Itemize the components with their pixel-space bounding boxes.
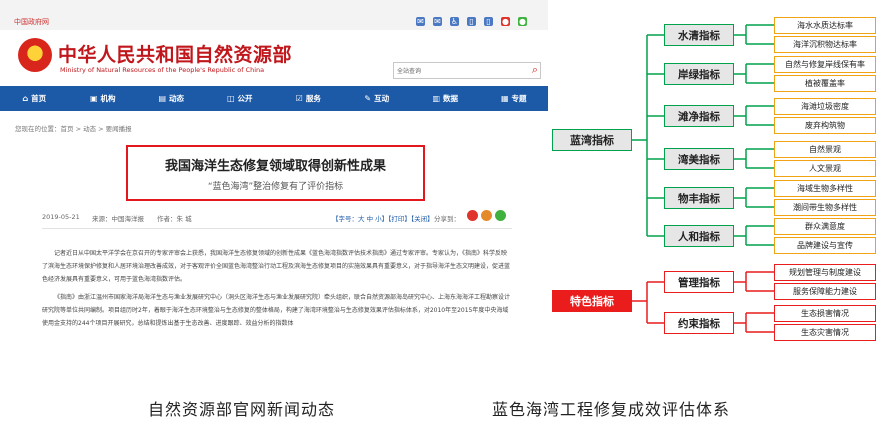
nav-item[interactable]: ☑ 服务 <box>274 86 343 111</box>
app-icon[interactable]: ▯ <box>467 17 476 26</box>
mindmap-category: 滩净指标 <box>664 105 734 127</box>
top-icon-bar: ✉ ✉ ♿ ▯ ▯ ● ● <box>416 17 527 26</box>
main-nav: ⌂ 首页 ▣ 机构 ▤ 动态 ◫ 公开 ☑ 服务 ✎ 互动 ▥ 数据 ▦ 专题 <box>0 86 548 111</box>
caption-left: 自然资源部官网新闻动态 <box>148 400 336 419</box>
font-size-print-close-links[interactable]: 【字号：大 中 小】【打印】【关闭】 <box>332 213 434 223</box>
nav-item-label: 动态 <box>169 94 185 103</box>
mindmap-root: 蓝湾指标 <box>552 129 632 151</box>
nav-item[interactable]: ⌂ 首页 <box>0 86 69 111</box>
divider <box>42 228 512 229</box>
mindmap-category: 岸绿指标 <box>664 63 734 85</box>
nav-item[interactable]: ▦ 专题 <box>480 86 549 111</box>
mindmap-root: 特色指标 <box>552 290 632 312</box>
mindmap-indicator: 海洋沉积物达标率 <box>774 35 876 53</box>
org-icon: ▣ <box>89 94 98 103</box>
search-scope-select[interactable]: 全站查询 <box>397 66 421 75</box>
mindmap-indicator: 海滩垃圾密度 <box>774 97 876 115</box>
article-source: 来源：中国海洋报 <box>92 215 144 223</box>
mail-icon[interactable]: ✉ <box>433 17 442 26</box>
topic-icon: ▦ <box>500 94 509 103</box>
ministry-name-en: Ministry of Natural Resources of the Peo… <box>60 66 265 74</box>
mindmap-category: 管理指标 <box>664 271 734 293</box>
mindmap-indicator: 海水水质达标率 <box>774 16 876 34</box>
nav-item[interactable]: ✎ 互动 <box>343 86 412 111</box>
interact-icon: ✎ <box>364 94 372 103</box>
open-icon: ◫ <box>226 94 235 103</box>
nav-item[interactable]: ▥ 数据 <box>411 86 480 111</box>
weibo-icon[interactable]: ● <box>501 17 510 26</box>
nav-item-label: 服务 <box>305 94 321 103</box>
article-title-highlight: 我国海洋生态修复领域取得创新性成果 “蓝色海湾”整治修复有了评价指标 <box>126 145 425 201</box>
mindmap-indicator: 自然与修复岸线保有率 <box>774 55 876 73</box>
article-title: 我国海洋生态修复领域取得创新性成果 <box>164 159 386 174</box>
article-author: 作者：朱 城 <box>157 215 192 223</box>
mail-icon[interactable]: ✉ <box>416 17 425 26</box>
search-input[interactable]: 全站查询 ⌕ <box>393 62 541 79</box>
search-icon[interactable]: ⌕ <box>532 63 538 77</box>
nav-item[interactable]: ▣ 机构 <box>69 86 138 111</box>
breadcrumb[interactable]: 您现在的位置：首页 > 动态 > 要闻播报 <box>15 123 132 133</box>
mindmap-indicator: 品牌建设与宣传 <box>774 236 876 254</box>
mindmap-category: 物丰指标 <box>664 187 734 209</box>
mindmap-indicator: 生态损害情况 <box>774 304 876 322</box>
wechat-share-icon[interactable] <box>495 210 506 221</box>
mindmap-indicator: 人文景观 <box>774 159 876 177</box>
wechat-icon[interactable]: ● <box>518 17 527 26</box>
qzone-share-icon[interactable] <box>481 210 492 221</box>
mobile-icon[interactable]: ▯ <box>484 17 493 26</box>
nav-item[interactable]: ▤ 动态 <box>137 86 206 111</box>
mindmap-category: 水清指标 <box>664 24 734 46</box>
article-paragraph: 记者近日从中国太平洋学会在京召开的专家评审会上获悉，我国海洋生态修复领域的创新性… <box>42 250 511 283</box>
caption-right: 蓝色海湾工程修复成效评估体系 <box>492 400 731 419</box>
masthead: ★ 中华人民共和国自然资源部 Ministry of Natural Resou… <box>0 30 548 86</box>
data-icon: ▥ <box>432 94 441 103</box>
nav-item-label: 互动 <box>374 94 390 103</box>
nav-item[interactable]: ◫ 公开 <box>206 86 275 111</box>
service-icon: ☑ <box>295 94 303 103</box>
share-icons <box>467 210 506 221</box>
mindmap-indicator: 潮间带生物多样性 <box>774 198 876 216</box>
top-strip: 中国政府网 ✉ ✉ ♿ ▯ ▯ ● ● <box>0 0 548 30</box>
mindmap-indicator: 群众满意度 <box>774 217 876 235</box>
nav-item-label: 数据 <box>443 94 459 103</box>
mindmap-indicator: 废弃构筑物 <box>774 116 876 134</box>
home-icon: ⌂ <box>22 94 29 103</box>
nav-item-label: 公开 <box>237 94 253 103</box>
mindmap-category: 湾美指标 <box>664 148 734 170</box>
accessibility-icon[interactable]: ♿ <box>450 17 459 26</box>
ministry-name-cn[interactable]: 中华人民共和国自然资源部 <box>58 40 292 67</box>
mindmap-category: 人和指标 <box>664 225 734 247</box>
nav-item-label: 专题 <box>511 94 527 103</box>
mindmap-indicator: 规划管理与制度建设 <box>774 263 876 281</box>
share-label: 分享到： <box>434 215 460 223</box>
nav-item-label: 机构 <box>100 94 116 103</box>
mindmap-indicator: 植被覆盖率 <box>774 74 876 92</box>
mindmap-category: 约束指标 <box>664 312 734 334</box>
website-screenshot: 中国政府网 ✉ ✉ ♿ ▯ ▯ ● ● ★ 中华人民共和国自然资源部 Ministry of… <box>0 0 548 352</box>
mindmap-indicator: 海域生物多样性 <box>774 179 876 197</box>
national-emblem-icon: ★ <box>18 38 52 72</box>
indicator-mindmap: 蓝湾指标 水清指标 海水水质达标率 海洋沉积物达标率岸绿指标 自然与修复岸线保有率 植被覆… <box>548 0 888 352</box>
nav-item-label: 首页 <box>31 94 47 103</box>
article-paragraph: 《指南》由浙江温州市国家海洋局海洋生态与渔业发展研究中心（洞头区海洋生态与渔业发… <box>42 294 511 327</box>
gov-portal-link[interactable]: 中国政府网 <box>14 17 49 27</box>
mindmap-indicator: 服务保障能力建设 <box>774 282 876 300</box>
weibo-share-icon[interactable] <box>467 210 478 221</box>
article-subtitle: “蓝色海湾”整治修复有了评价指标 <box>207 182 344 192</box>
article-date: 2019-05-21 <box>42 213 80 221</box>
mindmap-indicator: 生态灾害情况 <box>774 323 876 341</box>
news-icon: ▤ <box>158 94 167 103</box>
mindmap-indicator: 自然景观 <box>774 140 876 158</box>
